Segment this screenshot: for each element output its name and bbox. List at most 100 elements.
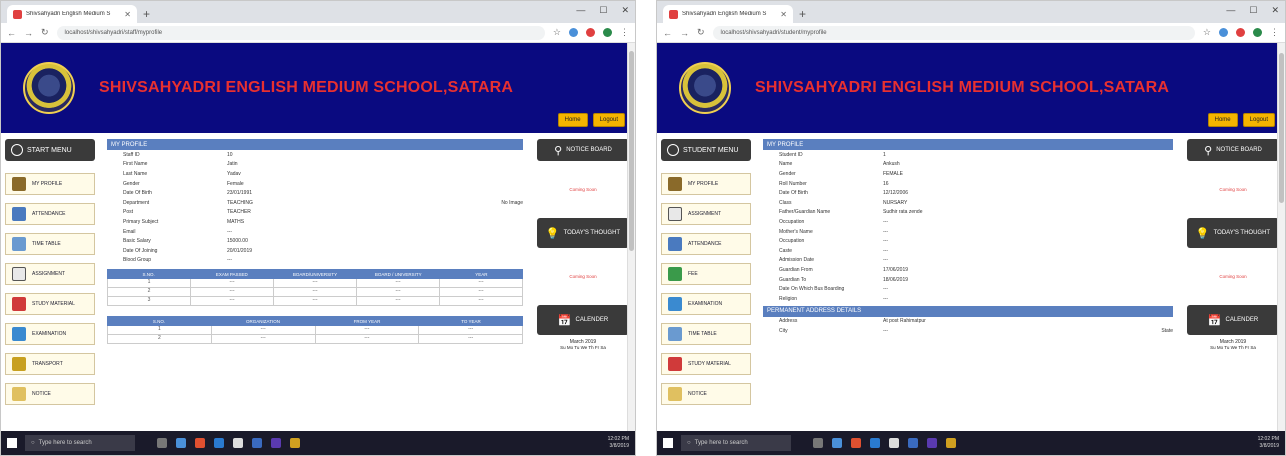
extension-icon[interactable] <box>569 28 578 37</box>
sidebar-item-my-profile[interactable]: MY PROFILE <box>661 173 751 195</box>
app-icon[interactable] <box>946 438 956 448</box>
calendar-button[interactable]: 📅 CALENDER <box>1187 305 1279 335</box>
todays-thought-button[interactable]: 💡 TODAY'S THOUGHT <box>537 218 629 248</box>
table-row: 1 --- --- --- <box>107 326 523 336</box>
app-icon[interactable] <box>927 438 937 448</box>
address-section-title: PERMANENT ADDRESS DETAILS <box>763 305 1173 317</box>
task-view-icon[interactable] <box>813 438 823 448</box>
menu-dots-icon[interactable]: ⋮ <box>620 27 629 38</box>
app-icon[interactable] <box>908 438 918 448</box>
extension-icon[interactable] <box>586 28 595 37</box>
logout-button[interactable]: Logout <box>592 113 625 127</box>
page-scrollbar[interactable] <box>627 43 635 433</box>
sidebar-item-attendance[interactable]: ATTENDANCE <box>661 233 751 255</box>
back-icon[interactable]: ← <box>663 28 672 38</box>
browser-tab[interactable]: Shivsahyadri English Medium S ✕ <box>7 5 137 23</box>
coming-soon-link[interactable]: Coming Soon <box>1219 274 1246 279</box>
edge-icon[interactable] <box>176 438 186 448</box>
maximize-icon[interactable]: ☐ <box>599 5 607 16</box>
reload-icon[interactable]: ↻ <box>697 27 705 38</box>
app-icon[interactable] <box>214 438 224 448</box>
notice-board-button[interactable]: ⚲ NOTICE BOARD <box>537 139 629 161</box>
minimize-icon[interactable]: — <box>576 5 585 16</box>
reload-icon[interactable]: ↻ <box>41 27 49 38</box>
books-icon <box>12 297 26 311</box>
taskbar-search[interactable]: ○ Type here to search <box>681 435 791 451</box>
table-cell: --- <box>357 297 440 306</box>
new-tab-icon[interactable]: + <box>143 5 150 23</box>
notice-board-button[interactable]: ⚲ NOTICE BOARD <box>1187 139 1279 161</box>
sidebar-item-study-material[interactable]: STUDY MATERIAL <box>661 353 751 375</box>
extension-icon[interactable] <box>1219 28 1228 37</box>
sidebar-item-fee[interactable]: FEE <box>661 263 751 285</box>
sidebar-item-time-table[interactable]: TIME TABLE <box>5 233 95 255</box>
bulb-icon: 💡 <box>1195 227 1210 240</box>
sidebar-item-examination[interactable]: EXAMINATION <box>5 323 95 345</box>
close-tab-icon[interactable]: ✕ <box>780 10 787 19</box>
sidebar-item-study-material[interactable]: STUDY MATERIAL <box>5 293 95 315</box>
sidebar-item-transport[interactable]: TRANSPORT <box>5 353 95 375</box>
table-cell: 1 <box>108 326 212 335</box>
new-tab-icon[interactable]: + <box>799 5 806 23</box>
sidebar-item-my-profile[interactable]: MY PROFILE <box>5 173 95 195</box>
app-icon[interactable] <box>233 438 243 448</box>
scrollbar-thumb[interactable] <box>1279 53 1284 203</box>
sidebar-item-examination[interactable]: EXAMINATION <box>661 293 751 315</box>
profile-icon[interactable] <box>603 28 612 37</box>
sidebar-item-assignment[interactable]: ASSIGNMENT <box>5 263 95 285</box>
star-icon[interactable]: ☆ <box>553 27 561 38</box>
close-window-icon[interactable]: ✕ <box>621 5 629 16</box>
student-menu-button[interactable]: STUDENT MENU <box>661 139 751 161</box>
page-scrollbar[interactable] <box>1277 43 1285 433</box>
scrollbar-thumb[interactable] <box>629 51 634 251</box>
coming-soon-link[interactable]: Coming Soon <box>1219 187 1246 192</box>
home-button[interactable]: Home <box>557 113 588 127</box>
profile-icon[interactable] <box>1253 28 1262 37</box>
app-icon[interactable] <box>290 438 300 448</box>
chrome-icon[interactable] <box>851 438 861 448</box>
sidebar-item-time-table[interactable]: TIME TABLE <box>661 323 751 345</box>
sidebar-item-label: MY PROFILE <box>32 181 63 187</box>
home-button[interactable]: Home <box>1207 113 1238 127</box>
sidebar-item-notice[interactable]: NOTICE <box>661 383 751 405</box>
coming-soon-link[interactable]: Coming Soon <box>569 274 596 279</box>
close-window-icon[interactable]: ✕ <box>1271 5 1279 16</box>
app-icon[interactable] <box>889 438 899 448</box>
sidebar-item-label: ASSIGNMENT <box>688 211 722 217</box>
bulb-icon: 💡 <box>545 227 560 240</box>
browser-tab[interactable]: Shivsahyadri English Medium S ✕ <box>663 5 793 23</box>
forward-icon[interactable]: → <box>24 28 33 38</box>
url-field[interactable]: localhost/shivsahyadri/student/myprofile <box>712 25 1195 40</box>
sidebar-item-label: TIME TABLE <box>32 241 61 247</box>
minimize-icon[interactable]: — <box>1226 5 1235 16</box>
field-value: FEMALE <box>883 170 904 177</box>
task-view-icon[interactable] <box>157 438 167 448</box>
back-icon[interactable]: ← <box>7 28 16 38</box>
app-icon[interactable] <box>870 438 880 448</box>
windows-start-icon[interactable] <box>663 438 673 448</box>
start-menu-button[interactable]: START MENU <box>5 139 95 161</box>
sidebar-item-attendance[interactable]: ATTENDANCE <box>5 203 95 225</box>
start-menu-label: START MENU <box>27 146 72 154</box>
url-field[interactable]: localhost/shivsahyadri/staff/myprofile <box>56 25 545 40</box>
app-icon[interactable] <box>252 438 262 448</box>
windows-start-icon[interactable] <box>7 438 17 448</box>
forward-icon[interactable]: → <box>680 28 689 38</box>
todays-thought-button[interactable]: 💡 TODAY'S THOUGHT <box>1187 218 1279 248</box>
app-icon[interactable] <box>271 438 281 448</box>
field-label: Department <box>123 199 150 206</box>
coming-soon-link[interactable]: Coming Soon <box>569 187 596 192</box>
close-tab-icon[interactable]: ✕ <box>124 10 131 19</box>
taskbar-search[interactable]: ○ Type here to search <box>25 435 135 451</box>
sidebar-item-assignment[interactable]: ASSIGNMENT <box>661 203 751 225</box>
calendar-button[interactable]: 📅 CALENDER <box>537 305 629 335</box>
chrome-icon[interactable] <box>195 438 205 448</box>
favicon-icon <box>669 9 678 19</box>
edge-icon[interactable] <box>832 438 842 448</box>
star-icon[interactable]: ☆ <box>1203 27 1211 38</box>
sidebar-item-notice[interactable]: NOTICE <box>5 383 95 405</box>
logout-button[interactable]: Logout <box>1242 113 1275 127</box>
menu-dots-icon[interactable]: ⋮ <box>1270 27 1279 38</box>
extension-icon[interactable] <box>1236 28 1245 37</box>
maximize-icon[interactable]: ☐ <box>1249 5 1257 16</box>
